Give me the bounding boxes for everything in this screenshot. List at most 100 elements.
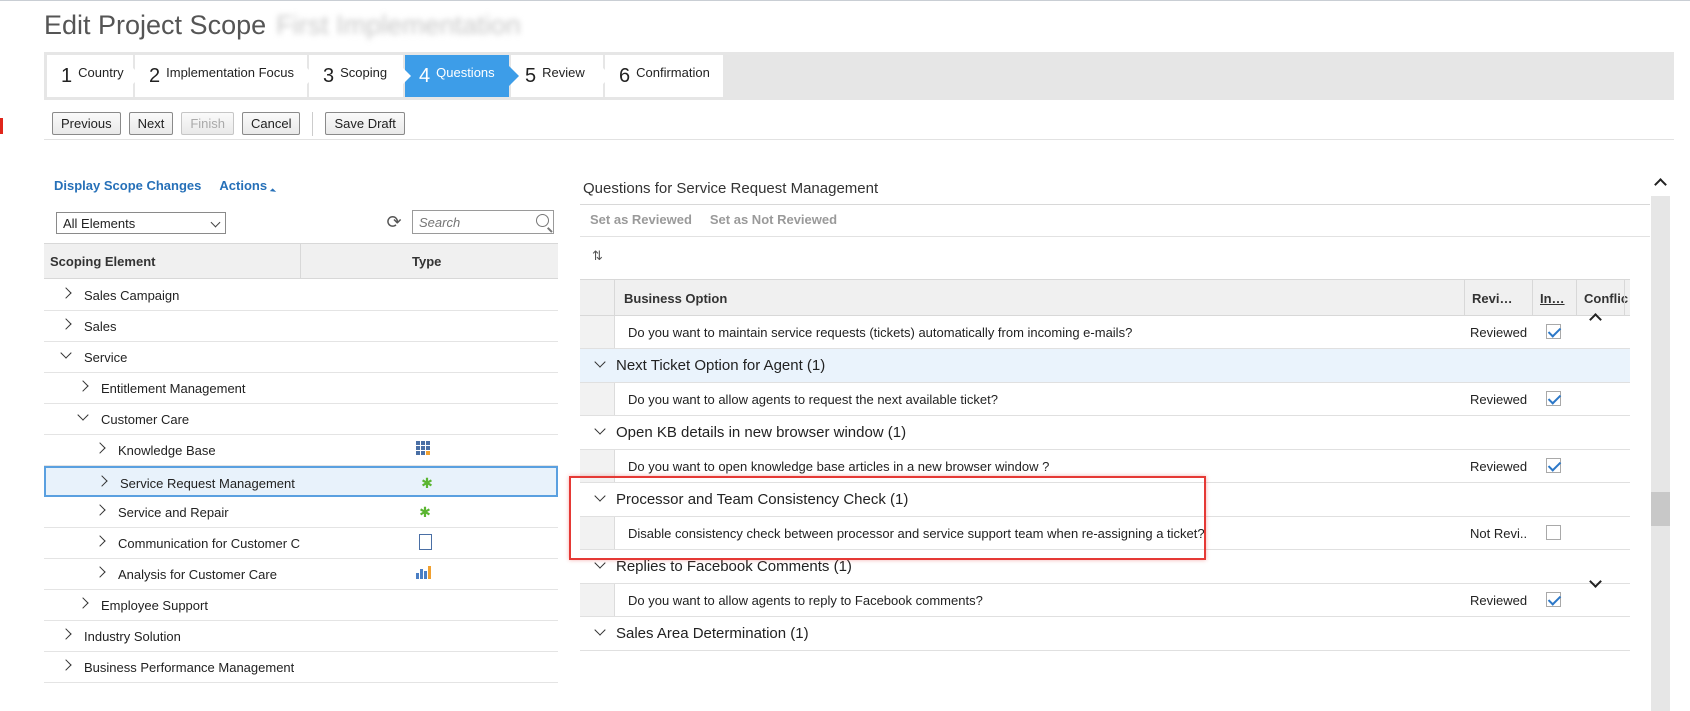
- chevron-down-icon[interactable]: [60, 347, 72, 359]
- actions-label: Actions: [219, 178, 268, 193]
- step-arrow-icon: [133, 68, 141, 84]
- finish-button[interactable]: Finish: [181, 112, 234, 135]
- tree-row[interactable]: Service and Repair ✱: [44, 497, 558, 528]
- chevron-right-icon[interactable]: [77, 380, 89, 392]
- scoping-links: Display Scope Changes Actions: [54, 178, 277, 195]
- display-scope-changes-link[interactable]: Display Scope Changes: [54, 178, 201, 194]
- in-scope-checkbox[interactable]: [1546, 525, 1561, 540]
- in-scope-checkbox[interactable]: [1546, 458, 1561, 473]
- col-scoping-element[interactable]: Scoping Element: [50, 254, 155, 269]
- question-row[interactable]: Do you want to allow agents to reply to …: [580, 584, 1630, 617]
- row-selector[interactable]: [580, 450, 615, 482]
- step-number: 1: [61, 64, 73, 87]
- question-row[interactable]: Do you want to allow agents to request t…: [580, 383, 1630, 416]
- wizard-step-country[interactable]: 1 Country: [47, 55, 141, 97]
- in-scope-checkbox[interactable]: [1546, 391, 1561, 406]
- gear-icon: ✱: [419, 504, 431, 520]
- chevron-down-icon[interactable]: [77, 409, 89, 421]
- question-row[interactable]: Do you want to maintain service requests…: [580, 316, 1630, 349]
- previous-button[interactable]: Previous: [52, 112, 121, 135]
- chevron-right-icon[interactable]: [94, 442, 106, 454]
- page-scrollbar[interactable]: [1651, 196, 1670, 711]
- col-conflict[interactable]: Conflic: [1584, 291, 1628, 306]
- document-icon: [416, 534, 434, 552]
- gear-icon: ✱: [421, 475, 433, 491]
- page-scroll-up-icon[interactable]: [1654, 178, 1667, 191]
- group-row[interactable]: Replies to Facebook Comments (1): [580, 550, 1630, 584]
- scrollbar-thumb[interactable]: [1651, 492, 1670, 526]
- row-selector[interactable]: [580, 584, 615, 616]
- wizard-toolbar: Previous Next Finish Cancel Save Draft: [52, 112, 405, 136]
- group-row[interactable]: Next Ticket Option for Agent (1): [580, 349, 1630, 383]
- row-selector[interactable]: [580, 316, 615, 348]
- element-filter-select[interactable]: All Elements: [56, 212, 226, 234]
- col-type[interactable]: Type: [412, 254, 441, 269]
- tree-row[interactable]: Sales Campaign: [44, 280, 558, 311]
- row-selector[interactable]: [580, 383, 615, 415]
- group-row[interactable]: Sales Area Determination (1): [580, 617, 1630, 651]
- chevron-right-icon[interactable]: [94, 504, 106, 516]
- save-draft-button[interactable]: Save Draft: [325, 112, 405, 135]
- in-scope-checkbox[interactable]: [1546, 324, 1561, 339]
- wizard-step-implementation-focus[interactable]: 2 Implementation Focus: [135, 55, 315, 97]
- search-icon[interactable]: [536, 214, 549, 227]
- tree-row[interactable]: Service Request Management ✱: [44, 466, 558, 497]
- group-row[interactable]: Open KB details in new browser window (1…: [580, 416, 1630, 450]
- review-status: Reviewed: [1470, 392, 1528, 407]
- column-divider: [1576, 280, 1577, 315]
- tree-row[interactable]: Analysis for Customer Care: [44, 559, 558, 590]
- group-row[interactable]: Processor and Team Consistency Check (1): [580, 483, 1630, 517]
- chevron-right-icon[interactable]: [60, 628, 72, 640]
- col-reviewed[interactable]: Revi…: [1472, 291, 1512, 306]
- group-label: Processor and Team Consistency Check (1): [616, 491, 909, 508]
- edge-marker: [0, 118, 3, 134]
- column-divider: [1464, 280, 1465, 315]
- sort-icon[interactable]: ⇅: [592, 248, 603, 264]
- chevron-right-icon[interactable]: [60, 287, 72, 299]
- col-business-option[interactable]: Business Option: [624, 291, 727, 306]
- filter-value: All Elements: [63, 216, 136, 231]
- chevron-right-icon[interactable]: [94, 535, 106, 547]
- chevron-down-icon[interactable]: [594, 356, 606, 368]
- chevron-down-icon[interactable]: [594, 423, 606, 435]
- refresh-icon[interactable]: ⟳: [384, 212, 404, 232]
- chevron-right-icon[interactable]: [94, 566, 106, 578]
- set-reviewed-link[interactable]: Set as Reviewed: [590, 212, 692, 227]
- tree-row[interactable]: Communication for Customer C: [44, 528, 558, 559]
- tree-row[interactable]: Business Performance Management: [44, 652, 558, 683]
- tree-item-label: Sales Campaign: [84, 288, 180, 303]
- actions-menu[interactable]: Actions: [219, 178, 277, 195]
- search-input[interactable]: [413, 211, 525, 233]
- chevron-down-icon[interactable]: [594, 557, 606, 569]
- group-label: Next Ticket Option for Agent (1): [616, 357, 826, 374]
- wizard-step-questions[interactable]: 4 Questions: [405, 55, 519, 97]
- tree-item-label: Entitlement Management: [101, 381, 246, 396]
- chevron-down-icon[interactable]: [594, 624, 606, 636]
- row-selector[interactable]: [580, 517, 615, 549]
- tree-row[interactable]: Service: [44, 342, 558, 373]
- tree-row[interactable]: Employee Support: [44, 590, 558, 621]
- tree-row[interactable]: Customer Care: [44, 404, 558, 435]
- questions-title: Questions for Service Request Management: [583, 180, 879, 197]
- wizard-step-scoping[interactable]: 3 Scoping: [309, 55, 411, 97]
- col-in-scope[interactable]: In…: [1540, 291, 1565, 306]
- chevron-right-icon[interactable]: [96, 475, 108, 487]
- question-row[interactable]: Disable consistency check between proces…: [580, 517, 1630, 550]
- wizard-step-confirmation[interactable]: 6 Confirmation: [605, 55, 723, 97]
- chevron-right-icon[interactable]: [77, 597, 89, 609]
- cancel-button[interactable]: Cancel: [242, 112, 301, 135]
- tree-row[interactable]: Sales: [44, 311, 558, 342]
- tree-row[interactable]: Industry Solution: [44, 621, 558, 652]
- next-button[interactable]: Next: [128, 112, 174, 135]
- chevron-down-icon[interactable]: [594, 490, 606, 502]
- tree-row[interactable]: Knowledge Base: [44, 435, 558, 466]
- select-all-column[interactable]: [580, 280, 615, 315]
- tree-row[interactable]: Entitlement Management: [44, 373, 558, 404]
- wizard-step-review[interactable]: 5 Review: [511, 55, 611, 97]
- in-scope-checkbox[interactable]: [1546, 592, 1561, 607]
- set-not-reviewed-link[interactable]: Set as Not Reviewed: [710, 212, 837, 227]
- chevron-right-icon[interactable]: [60, 318, 72, 330]
- tree-item-label: Employee Support: [101, 598, 208, 613]
- chevron-right-icon[interactable]: [60, 659, 72, 671]
- question-row[interactable]: Do you want to open knowledge base artic…: [580, 450, 1630, 483]
